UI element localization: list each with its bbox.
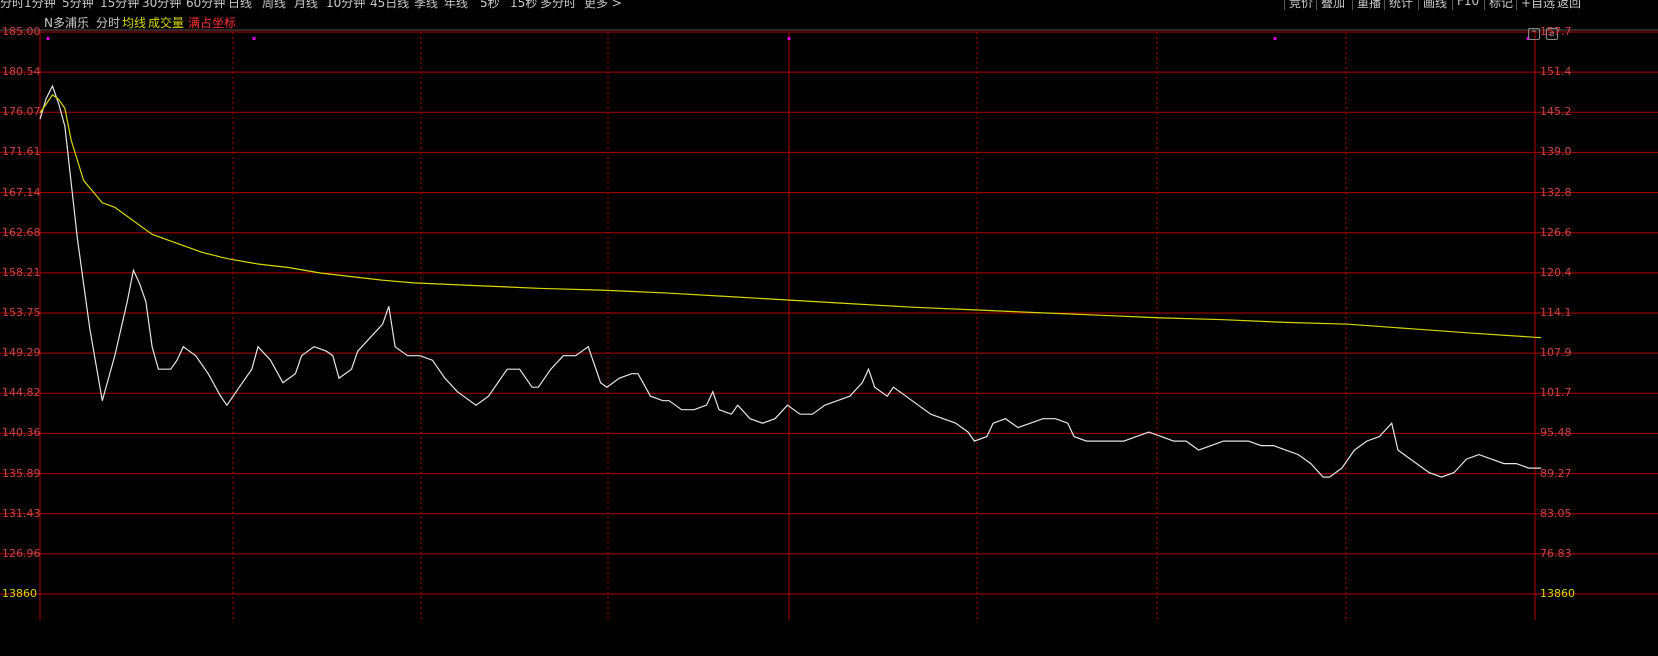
right-tick-label: 126.6 xyxy=(1540,225,1572,239)
period-tab-10[interactable]: 45日线 xyxy=(370,0,409,10)
toolbar-button-0[interactable]: 竞价 xyxy=(1284,0,1313,10)
toolbar-button-7[interactable]: +自选 xyxy=(1516,0,1555,10)
left-tick-label: 131.43 xyxy=(2,506,41,520)
right-tick-label: 114.1 xyxy=(1540,306,1572,319)
right-tick-label: 145.2 xyxy=(1540,105,1572,119)
toolbar-button-3[interactable]: 统计 xyxy=(1384,0,1413,10)
scale-mode-label[interactable]: 满占坐标 xyxy=(188,14,236,31)
left-tick-label: 126.96 xyxy=(2,546,41,560)
period-tab-2[interactable]: 5分钟 xyxy=(62,0,94,10)
left-tick-label: 153.75 xyxy=(2,306,41,319)
period-tab-1[interactable]: 1分钟 xyxy=(24,0,56,10)
right-tick-label: 120.4 xyxy=(1540,265,1572,279)
stock-name: N多浦乐 xyxy=(44,16,89,30)
period-tab-4[interactable]: 30分钟 xyxy=(142,0,181,10)
right-tick-label: 13860 xyxy=(1540,587,1575,600)
left-tick-label: 149.29 xyxy=(2,346,41,360)
price-line xyxy=(39,84,1542,478)
left-tick-label: 167.14 xyxy=(2,185,41,199)
volume-label[interactable]: 成交量 xyxy=(148,14,184,31)
right-tick-label: 89.27 xyxy=(1540,466,1572,480)
right-tick-label: 151.4 xyxy=(1540,65,1572,79)
right-tick-label: 107.9 xyxy=(1540,346,1572,360)
period-tab-3[interactable]: 15分钟 xyxy=(100,0,139,10)
period-tab-13[interactable]: 5秒 xyxy=(480,0,500,10)
time-marker-dot xyxy=(787,37,791,40)
time-marker-dot xyxy=(46,37,50,40)
time-marker-dot xyxy=(1273,37,1277,40)
toolbar-button-5[interactable]: F10 xyxy=(1452,0,1479,10)
left-tick-label: 185.00 xyxy=(2,25,41,38)
period-tab-16[interactable]: 更多 > xyxy=(584,0,622,10)
left-tick-label: 171.61 xyxy=(2,145,41,159)
right-tick-label: 157.7 xyxy=(1540,25,1572,38)
right-tick-label: 101.7 xyxy=(1540,386,1572,400)
left-tick-label: 140.36 xyxy=(2,426,41,440)
period-toolbar: 分时 1分钟 5分钟 15分钟 30分钟 60分钟 日线 周线 月线 10分钟 45日线 季线 年线 5秒… xyxy=(0,0,1658,10)
right-tick-label: 83.05 xyxy=(1540,506,1572,520)
period-tab-8[interactable]: 月线 xyxy=(294,0,318,10)
right-tick-label: 132.8 xyxy=(1540,185,1572,199)
mode-label: 分时 xyxy=(96,16,121,30)
right-tick-label: 76.83 xyxy=(1540,546,1572,560)
chart-title-bar: N多浦乐 分时 均线 成交量 满占坐标 ⌃ ▫ xyxy=(0,12,1658,40)
right-tick-label: 139.0 xyxy=(1540,145,1572,159)
time-marker-dot xyxy=(252,37,256,40)
left-tick-label: 176.07 xyxy=(2,105,41,119)
period-tab-15[interactable]: 多分时 xyxy=(540,0,576,10)
avg-line-label: 均线 xyxy=(122,16,147,30)
period-tab-9[interactable]: 10分钟 xyxy=(326,0,365,10)
left-tick-label: 13860 xyxy=(2,587,37,600)
chart-svg xyxy=(0,29,1658,620)
toolbar-button-6[interactable]: 标记 xyxy=(1484,0,1513,10)
left-tick-label: 135.89 xyxy=(2,466,41,480)
period-tab-5[interactable]: 60分钟 xyxy=(186,0,225,10)
avg-price-line xyxy=(39,94,1542,339)
settings-icon[interactable]: ⌃ xyxy=(1528,28,1540,40)
toolbar-button-4[interactable]: 画线 xyxy=(1418,0,1447,10)
left-tick-label: 162.68 xyxy=(2,225,41,239)
period-tab-12[interactable]: 年线 xyxy=(444,0,468,10)
right-tick-label: 95.48 xyxy=(1540,426,1572,440)
toolbar-button-2[interactable]: 重播 xyxy=(1352,0,1381,10)
toolbar-button-8[interactable]: 返回 xyxy=(1552,0,1581,10)
period-tab-0[interactable]: 分时 xyxy=(0,0,24,10)
period-tab-7[interactable]: 周线 xyxy=(262,0,286,10)
period-tab-6[interactable]: 日线 xyxy=(228,0,252,10)
left-tick-label: 180.54 xyxy=(2,65,41,79)
left-tick-label: 158.21 xyxy=(2,265,41,279)
left-tick-label: 144.82 xyxy=(2,386,41,400)
period-tab-11[interactable]: 季线 xyxy=(414,0,438,10)
toolbar-button-1[interactable]: 叠加 xyxy=(1316,0,1345,10)
period-tab-14[interactable]: 15秒 xyxy=(510,0,537,10)
